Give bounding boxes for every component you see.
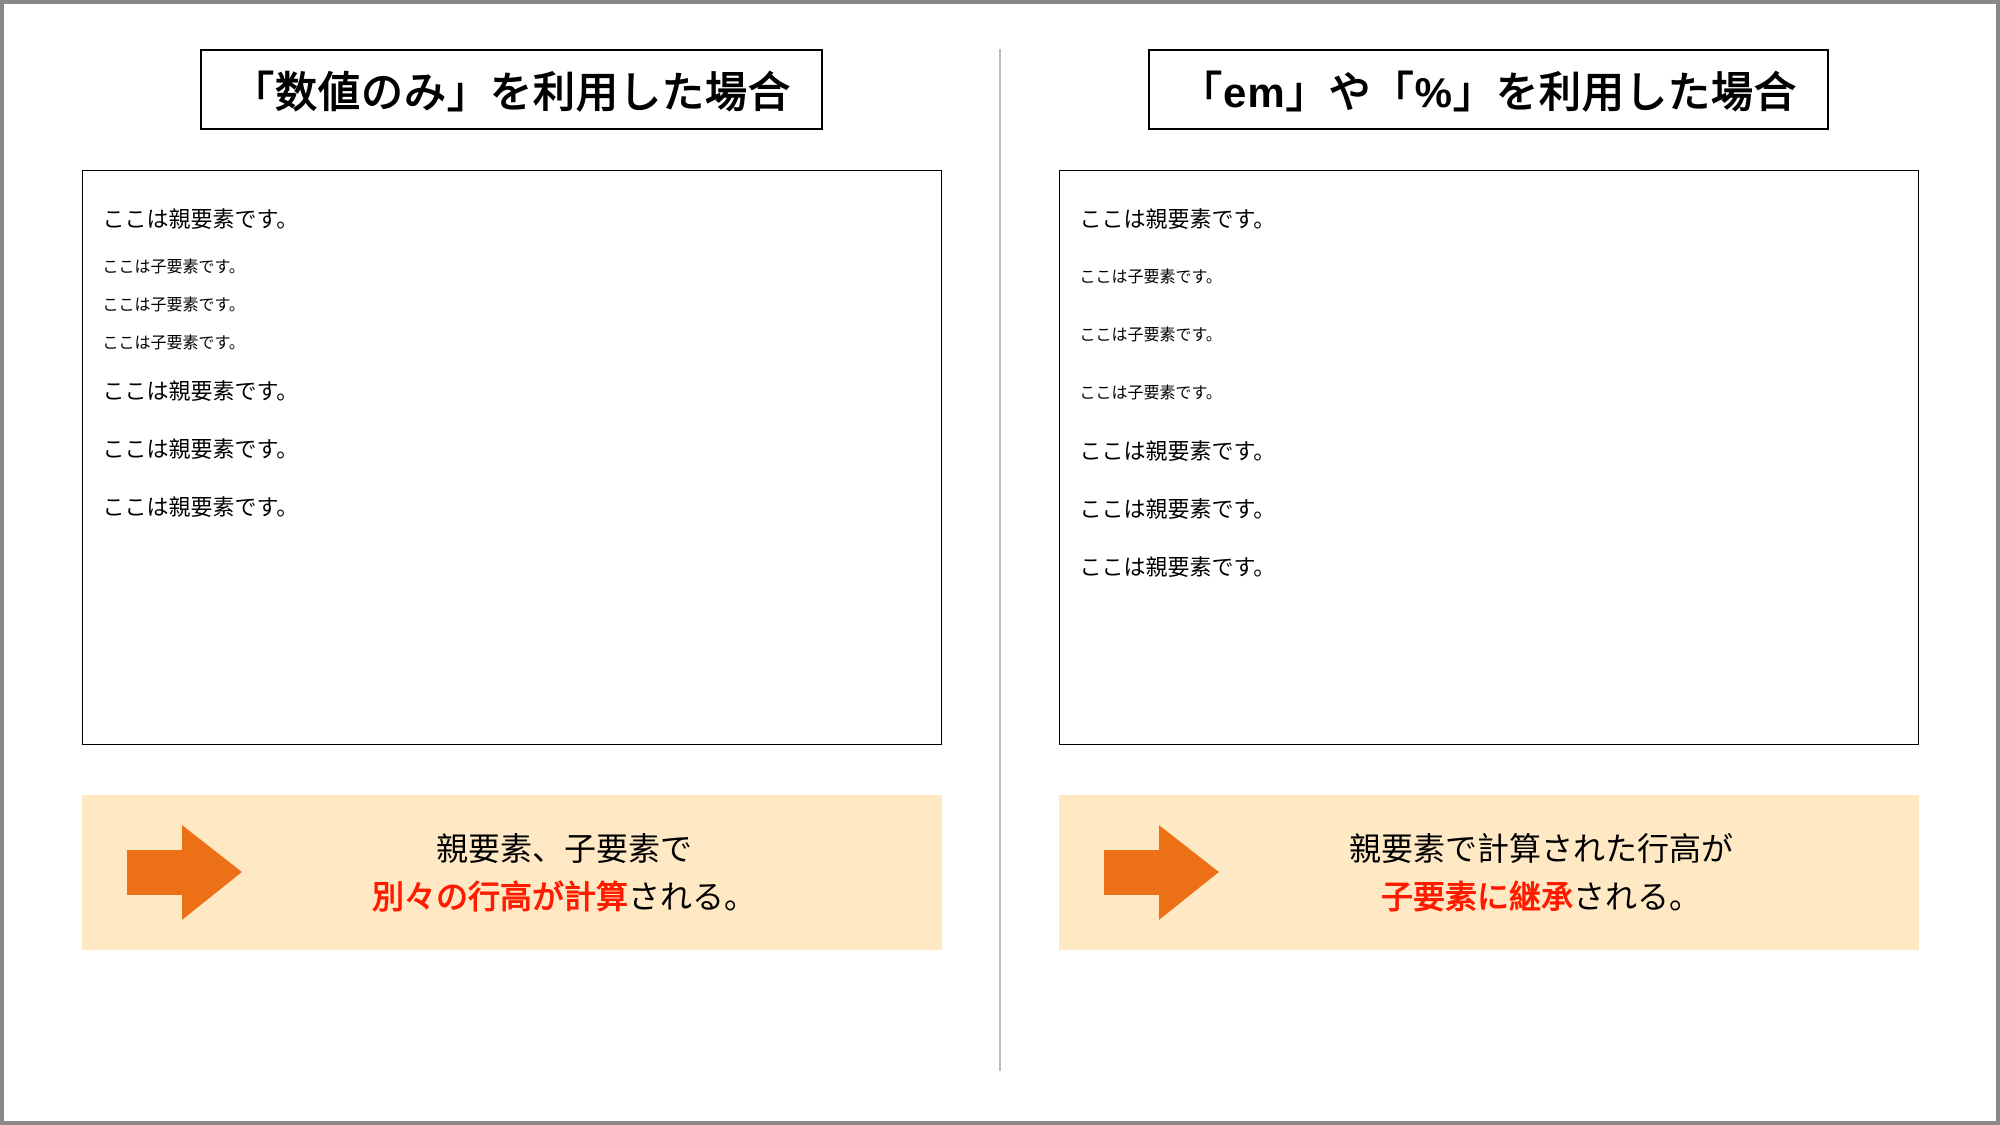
demo-child-line: ここは子要素です。: [103, 325, 921, 363]
left-callout-line2-post: される。: [628, 879, 756, 915]
arrow-right-icon: [127, 825, 242, 920]
arrow-right-icon: [1104, 825, 1219, 920]
demo-child-line: ここは子要素です。: [1080, 249, 1898, 307]
demo-child-line: ここは子要素です。: [103, 249, 921, 287]
left-demo-box: ここは親要素です。ここは子要素です。ここは子要素です。ここは子要素です。ここは親…: [82, 170, 942, 745]
right-callout-line1: 親要素で計算された行高が: [1349, 831, 1733, 867]
left-callout-emphasis: 別々の行高が計算: [372, 879, 628, 915]
right-callout: 親要素で計算された行高が 子要素に継承される。: [1059, 795, 1919, 950]
left-callout-text: 親要素、子要素で 別々の行高が計算される。: [267, 825, 942, 921]
demo-parent-line: ここは親要素です。: [103, 191, 921, 249]
right-callout-emphasis: 子要素に継承: [1381, 879, 1573, 915]
left-panel: 「数値のみ」を利用した場合 ここは親要素です。ここは子要素です。ここは子要素です…: [59, 49, 964, 1071]
right-title: 「em」や「%」を利用した場合: [1148, 49, 1829, 130]
demo-parent-line: ここは親要素です。: [1080, 481, 1898, 539]
vertical-divider: [999, 49, 1001, 1071]
demo-child-line: ここは子要素です。: [1080, 365, 1898, 423]
demo-parent-line: ここは親要素です。: [103, 363, 921, 421]
demo-child-line: ここは子要素です。: [1080, 307, 1898, 365]
left-title: 「数値のみ」を利用した場合: [200, 49, 823, 130]
demo-parent-line: ここは親要素です。: [103, 479, 921, 537]
demo-parent-line: ここは親要素です。: [1080, 539, 1898, 597]
right-callout-text: 親要素で計算された行高が 子要素に継承される。: [1244, 825, 1919, 921]
slide-frame: 「数値のみ」を利用した場合 ここは親要素です。ここは子要素です。ここは子要素です…: [0, 0, 2000, 1125]
demo-parent-line: ここは親要素です。: [1080, 423, 1898, 481]
right-panel: 「em」や「%」を利用した場合 ここは親要素です。ここは子要素です。ここは子要素…: [1036, 49, 1941, 1071]
left-callout: 親要素、子要素で 別々の行高が計算される。: [82, 795, 942, 950]
right-callout-line2-post: される。: [1573, 879, 1701, 915]
demo-parent-line: ここは親要素です。: [1080, 191, 1898, 249]
demo-parent-line: ここは親要素です。: [103, 421, 921, 479]
left-callout-line1: 親要素、子要素で: [436, 831, 692, 867]
demo-child-line: ここは子要素です。: [103, 287, 921, 325]
right-demo-box: ここは親要素です。ここは子要素です。ここは子要素です。ここは子要素です。ここは親…: [1059, 170, 1919, 745]
